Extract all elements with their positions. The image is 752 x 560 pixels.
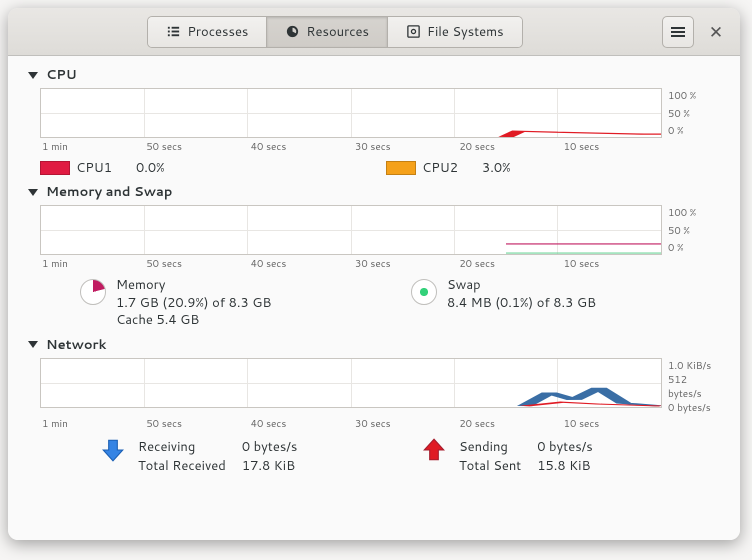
- receiving-rate: 0 bytes/s: [242, 439, 311, 457]
- xlabel: 50 secs: [146, 417, 250, 431]
- cpu-chart: [40, 88, 662, 138]
- memory-title: Memory: [116, 277, 271, 295]
- memory-section-header[interactable]: Memory and Swap: [26, 183, 722, 201]
- disk-icon: [406, 24, 421, 39]
- memory-y-axis: 100 % 50 % 0 %: [668, 205, 722, 255]
- cpu2-legend-item[interactable]: CPU2 3.0%: [386, 159, 722, 177]
- list-icon: [166, 24, 181, 39]
- ylabel: 0 %: [668, 124, 722, 138]
- memory-section: Memory and Swap 100 % 50 % 0 %: [26, 183, 722, 330]
- sending-label: Sending: [459, 439, 535, 457]
- speedometer-icon: [285, 24, 300, 39]
- xlabel: 30 secs: [355, 257, 459, 271]
- ylabel: 50 %: [668, 107, 722, 121]
- cpu-legend: CPU1 0.0% CPU2 3.0%: [40, 159, 722, 177]
- xlabel: 1 min: [40, 140, 146, 154]
- memory-chart: [40, 205, 662, 255]
- network-x-axis: 1 min 50 secs 40 secs 30 secs 20 secs 10…: [40, 417, 722, 431]
- xlabel: 10 secs: [564, 140, 668, 154]
- sending-info[interactable]: Sending0 bytes/s Total Sent15.8 KiB: [421, 437, 722, 478]
- total-sent-label: Total Sent: [459, 458, 535, 476]
- network-y-axis: 1.0 KiB/s 512 bytes/s 0 bytes/s: [668, 358, 722, 415]
- network-section-header[interactable]: Network: [26, 336, 722, 354]
- xlabel: 10 secs: [564, 417, 668, 431]
- tab-resources-label: Resources: [306, 23, 369, 41]
- cpu2-swatch: [386, 161, 416, 175]
- view-switcher: Processes Resources File Systems: [147, 16, 522, 48]
- receiving-label: Receiving: [138, 439, 240, 457]
- chevron-down-icon: [28, 189, 38, 196]
- download-arrow-icon: [100, 437, 126, 468]
- tab-filesystems-label: File Systems: [427, 23, 504, 41]
- memory-info[interactable]: Memory 1.7 GB (20.9%) of 8.3 GB Cache 5.…: [40, 277, 391, 330]
- cpu-section: CPU 100 % 50 % 0 % 1 min 50 secs: [26, 66, 722, 177]
- ylabel: 0 bytes/s: [668, 401, 722, 415]
- xlabel: 40 secs: [251, 417, 355, 431]
- ylabel: 50 %: [668, 224, 722, 238]
- hamburger-icon: [671, 25, 685, 39]
- swap-info[interactable]: Swap 8.4 MB (0.1%) of 8.3 GB: [411, 277, 722, 330]
- memory-pie-icon: [80, 279, 106, 305]
- xlabel: 1 min: [40, 417, 146, 431]
- cpu-x-axis: 1 min 50 secs 40 secs 30 secs 20 secs 10…: [40, 140, 722, 154]
- xlabel: 30 secs: [355, 140, 459, 154]
- upload-arrow-icon: [421, 437, 447, 468]
- close-icon: ✕: [709, 20, 723, 44]
- swap-usage: 8.4 MB (0.1%) of 8.3 GB: [447, 295, 596, 313]
- cpu-y-axis: 100 % 50 % 0 %: [668, 88, 722, 138]
- cpu-section-header[interactable]: CPU: [26, 66, 722, 84]
- receiving-info[interactable]: Receiving0 bytes/s Total Received17.8 Ki…: [40, 437, 401, 478]
- xlabel: 20 secs: [459, 140, 563, 154]
- chevron-down-icon: [28, 72, 38, 79]
- xlabel: 20 secs: [459, 417, 563, 431]
- network-chart: [40, 358, 662, 408]
- titlebar: Processes Resources File Systems ✕: [8, 8, 740, 56]
- cpu1-label: CPU1: [76, 159, 136, 177]
- total-sent-value: 15.8 KiB: [537, 458, 606, 476]
- cpu2-label: CPU2: [422, 159, 482, 177]
- ylabel: 100 %: [668, 89, 722, 103]
- tab-filesystems[interactable]: File Systems: [388, 17, 522, 47]
- cpu-section-title: CPU: [46, 66, 77, 84]
- hamburger-menu-button[interactable]: [662, 16, 694, 48]
- chevron-down-icon: [28, 341, 38, 348]
- xlabel: 50 secs: [146, 140, 250, 154]
- ylabel: 0 %: [668, 241, 722, 255]
- system-monitor-window: Processes Resources File Systems ✕ CPU: [8, 8, 740, 540]
- xlabel: 50 secs: [146, 257, 250, 271]
- network-section: Network 1.0 KiB/s 512 bytes/s 0 bytes/s: [26, 336, 722, 478]
- xlabel: 40 secs: [251, 257, 355, 271]
- cpu1-value: 0.0%: [136, 159, 165, 177]
- total-received-label: Total Received: [138, 458, 240, 476]
- swap-title: Swap: [447, 277, 596, 295]
- swap-pie-icon: [411, 279, 437, 305]
- total-received-value: 17.8 KiB: [242, 458, 311, 476]
- resources-view: CPU 100 % 50 % 0 % 1 min 50 secs: [8, 56, 740, 540]
- xlabel: 40 secs: [251, 140, 355, 154]
- cpu1-swatch: [40, 161, 70, 175]
- cpu2-value: 3.0%: [482, 159, 511, 177]
- xlabel: 30 secs: [355, 417, 459, 431]
- ylabel: 1.0 KiB/s: [668, 359, 722, 373]
- memory-usage: 1.7 GB (20.9%) of 8.3 GB: [116, 295, 271, 313]
- tab-resources[interactable]: Resources: [267, 17, 388, 47]
- xlabel: 1 min: [40, 257, 146, 271]
- ylabel: 100 %: [668, 206, 722, 220]
- network-section-title: Network: [46, 336, 106, 354]
- tab-processes-label: Processes: [187, 23, 248, 41]
- ylabel: 512 bytes/s: [668, 373, 722, 401]
- memory-cache: Cache 5.4 GB: [116, 312, 271, 330]
- xlabel: 10 secs: [564, 257, 668, 271]
- memory-x-axis: 1 min 50 secs 40 secs 30 secs 20 secs 10…: [40, 257, 722, 271]
- close-window-button[interactable]: ✕: [700, 16, 732, 48]
- xlabel: 20 secs: [459, 257, 563, 271]
- memory-section-title: Memory and Swap: [46, 183, 172, 201]
- tab-processes[interactable]: Processes: [148, 17, 267, 47]
- cpu1-legend-item[interactable]: CPU1 0.0%: [40, 159, 376, 177]
- sending-rate: 0 bytes/s: [537, 439, 606, 457]
